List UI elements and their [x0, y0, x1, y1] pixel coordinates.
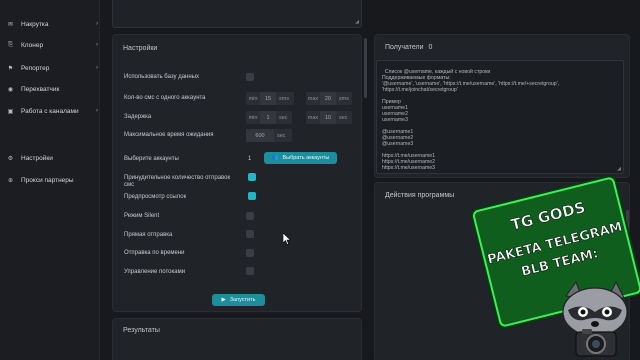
sidebar-item-reporter[interactable]: ⚑ Репортер › — [6, 61, 98, 75]
sms-count-label: Кол-во смс с одного аккаунта — [124, 95, 206, 101]
delay-max-prefix: max — [307, 114, 319, 121]
max-wait-value[interactable]: 600 — [246, 129, 274, 142]
sms-min-field[interactable]: min 15 sms — [246, 92, 294, 105]
sidebar-item-interceptor[interactable]: ◉ Перехватчик — [6, 82, 59, 96]
recipients-title-text: Получатели — [385, 44, 424, 51]
raccoon-mascot-icon — [562, 280, 628, 357]
chevron-right-icon: › — [96, 42, 98, 48]
choose-accounts-label: Выберите аккаунты — [124, 156, 179, 162]
sms-max-prefix: max — [307, 95, 319, 102]
max-wait-field[interactable]: 600 sec — [246, 129, 292, 142]
users-icon: 👥 — [271, 155, 279, 161]
settings-scrollbar[interactable] — [364, 38, 367, 98]
silent-label: Режим Silent — [124, 213, 160, 219]
recipients-count: 0 — [428, 44, 433, 51]
recipients-textarea[interactable]: Список @username, каждый с новой строки … — [376, 60, 624, 174]
send-by-time-checkbox[interactable] — [246, 249, 254, 257]
play-icon: ▶ — [221, 297, 226, 303]
delay-max-value[interactable]: 10 — [320, 111, 336, 124]
delay-min-value[interactable]: 1 — [260, 111, 276, 124]
settings-title: Настройки — [123, 45, 158, 52]
sidebar-item-channels[interactable]: ▣ Работа с каналами › — [6, 104, 98, 118]
force-count-checkbox[interactable] — [248, 173, 256, 181]
force-count-label-line2: смс — [124, 182, 135, 188]
force-count-label-line1: Принудительное количество отправок — [124, 175, 231, 181]
sidebar-item-cloner[interactable]: ⎘ Клонер › — [6, 38, 98, 52]
flag-icon: ⚑ — [7, 65, 14, 72]
sidebar-item-label: Клонер — [21, 41, 44, 49]
results-title: Результаты — [123, 327, 160, 334]
use-db-checkbox[interactable] — [246, 73, 254, 81]
eye-icon: ◉ — [7, 86, 14, 93]
delay-min-suffix: sec — [279, 114, 288, 121]
send-by-time-label: Отправка по времени — [124, 250, 185, 256]
delay-max-suffix: sec — [339, 114, 348, 121]
briefcase-icon: ▣ — [7, 108, 14, 115]
mouse-cursor-icon — [283, 233, 291, 245]
sidebar-item-label: Репортер — [21, 64, 50, 72]
gear-icon: ⚙ — [7, 155, 14, 162]
actions-title: Действия программы — [385, 192, 455, 199]
choose-accounts-button[interactable]: 👥 Выбрать аккаунты — [264, 152, 337, 164]
recipients-title: Получатели 0 — [385, 44, 432, 51]
chevron-right-icon: › — [96, 108, 98, 114]
thread-control-label: Управление потоками — [124, 269, 186, 275]
sms-min-suffix: sms — [279, 95, 290, 102]
sidebar-item-label: Прокси партнеры — [21, 176, 74, 184]
sms-max-suffix: sms — [338, 95, 349, 102]
delay-max-field[interactable]: max 10 sec — [306, 111, 352, 124]
clone-icon: ⎘ — [8, 41, 13, 48]
direct-send-checkbox[interactable] — [246, 230, 254, 238]
top-textarea[interactable]: ◢ — [112, 0, 362, 28]
max-wait-label: Максимальное время ожидания — [124, 132, 214, 138]
sidebar: ✉ Накрутка › ⎘ Клонер › ⚑ Репортер › ◉ П… — [0, 0, 100, 360]
sms-max-value[interactable]: 20 — [319, 92, 336, 105]
delay-min-prefix: min — [248, 114, 258, 121]
preview-links-label: Предпросмотр ссылок — [124, 194, 187, 200]
use-db-label: Использовать базу данных — [124, 74, 199, 80]
sidebar-item-label: Накрутка — [21, 20, 49, 28]
sidebar-item-settings[interactable]: ⚙ Настройки — [6, 151, 53, 165]
thread-control-checkbox[interactable] — [246, 267, 254, 275]
sidebar-item-nakrutka[interactable]: ✉ Накрутка › — [6, 17, 98, 31]
resize-handle-icon[interactable]: ◢ — [617, 166, 621, 172]
sms-min-prefix: min — [248, 95, 258, 102]
accounts-count: 1 — [248, 156, 252, 162]
force-count-label: Принудительное количество отправок смс — [124, 175, 230, 189]
results-panel — [112, 318, 362, 360]
resize-handle-icon[interactable]: ◢ — [355, 19, 359, 25]
delay-label: Задержка — [124, 114, 152, 120]
delay-min-field[interactable]: min 1 sec — [246, 111, 292, 124]
sidebar-item-label: Перехватчик — [21, 85, 60, 93]
sms-min-value[interactable]: 15 — [260, 92, 276, 105]
globe-icon: ⊕ — [7, 177, 14, 184]
silent-checkbox[interactable] — [246, 212, 254, 220]
recipients-textarea-text: Список @username, каждый с новой строки … — [382, 69, 560, 171]
start-button[interactable]: ▶ Запустить — [212, 294, 265, 306]
sidebar-item-proxy-partners[interactable]: ⊕ Прокси партнеры — [6, 173, 74, 187]
chevron-right-icon: › — [96, 21, 98, 27]
max-wait-suffix: sec — [277, 132, 286, 139]
sms-max-field[interactable]: max 20 sms — [306, 92, 352, 105]
sidebar-item-label: Работа с каналами — [21, 107, 79, 115]
preview-links-checkbox[interactable] — [248, 192, 256, 200]
chevron-right-icon: › — [96, 65, 98, 71]
start-button-label: Запустить — [229, 297, 256, 303]
megaphone-icon: ✉ — [7, 21, 14, 28]
direct-send-label: Прямая отправка — [124, 232, 173, 238]
sidebar-item-label: Настройки — [21, 154, 53, 162]
choose-accounts-button-label: Выбрать аккаунты — [282, 155, 330, 161]
